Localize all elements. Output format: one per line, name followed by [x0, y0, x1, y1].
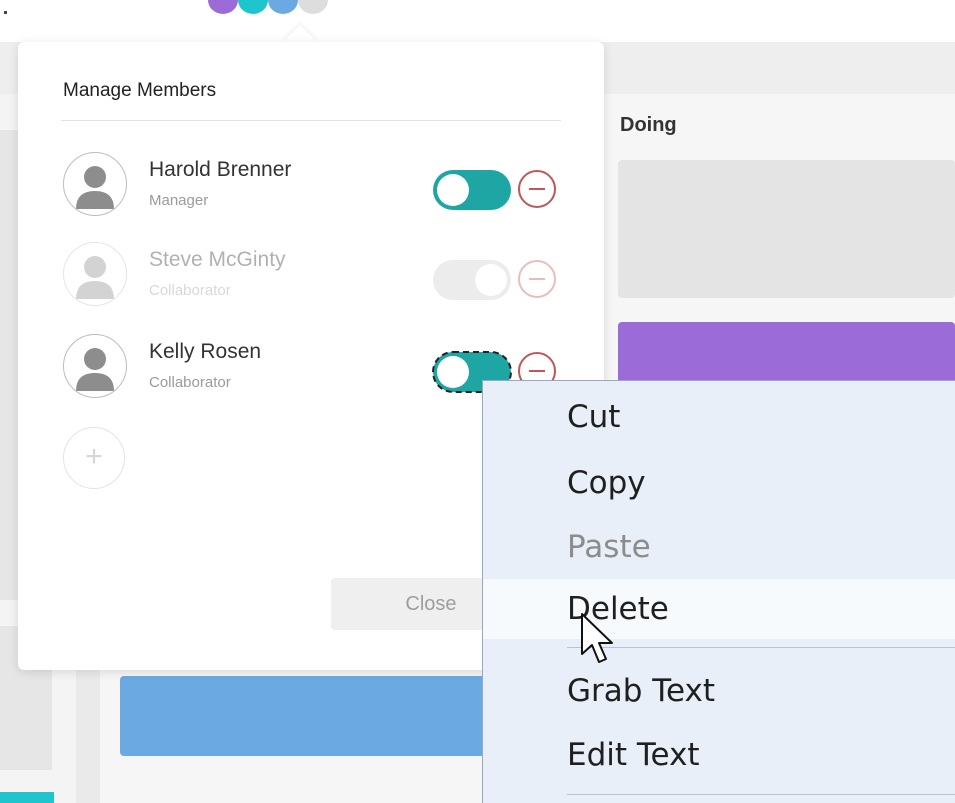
- member-enabled-toggle[interactable]: [433, 260, 511, 300]
- menu-item-paste[interactable]: Paste: [483, 517, 955, 577]
- menu-item-grab-text[interactable]: Grab Text: [483, 661, 955, 721]
- popover-title: Manage Members: [63, 80, 217, 101]
- member-enabled-toggle[interactable]: [433, 170, 511, 210]
- member-role: Collaborator: [149, 282, 231, 299]
- toggle-knob: [475, 264, 507, 296]
- user-icon: [76, 348, 114, 391]
- avatar: [63, 242, 127, 306]
- menu-separator: [567, 647, 955, 648]
- remove-member-button[interactable]: [518, 260, 556, 298]
- member-avatar-dot[interactable]: [268, 0, 298, 14]
- task-card[interactable]: [618, 160, 955, 298]
- member-role: Collaborator: [149, 374, 231, 391]
- screen: Doing Manage Members Harold Brenner Mana…: [0, 0, 955, 803]
- divider: [61, 120, 561, 121]
- user-icon: [76, 166, 114, 209]
- toggle-knob: [437, 356, 469, 388]
- teal-tab[interactable]: [0, 792, 54, 803]
- member-name: Kelly Rosen: [149, 340, 262, 363]
- avatar: [63, 152, 127, 216]
- menu-separator: [567, 794, 955, 795]
- avatar: [63, 334, 127, 398]
- member-role: Manager: [149, 192, 209, 209]
- minus-circle-icon: [529, 278, 545, 280]
- plus-icon: +: [85, 440, 103, 473]
- member-avatar-dot[interactable]: [238, 0, 268, 14]
- member-name: Steve McGinty: [149, 248, 286, 271]
- context-menu: Cut Copy Paste Delete Grab Text Edit Tex…: [482, 380, 955, 803]
- menu-item-delete[interactable]: Delete: [483, 579, 955, 639]
- user-icon: [76, 256, 114, 299]
- more-members-dot[interactable]: [298, 0, 328, 14]
- remove-member-button[interactable]: [518, 170, 556, 208]
- member-row: Harold Brenner Manager: [63, 152, 563, 222]
- menu-item-cut[interactable]: Cut: [483, 387, 955, 447]
- minus-circle-icon: [529, 188, 545, 190]
- menu-item-edit-text[interactable]: Edit Text: [483, 725, 955, 785]
- add-member-button[interactable]: +: [63, 427, 125, 489]
- member-avatar-dot[interactable]: [208, 0, 238, 14]
- menu-item-copy[interactable]: Copy: [483, 453, 955, 513]
- column-title-doing: Doing: [620, 114, 677, 136]
- member-name: Harold Brenner: [149, 158, 292, 181]
- member-row: Steve McGinty Collaborator: [63, 242, 563, 312]
- toggle-knob: [437, 174, 469, 206]
- stray-mark: [4, 11, 7, 14]
- mouse-pointer-icon: [581, 613, 613, 663]
- minus-circle-icon: [529, 370, 545, 372]
